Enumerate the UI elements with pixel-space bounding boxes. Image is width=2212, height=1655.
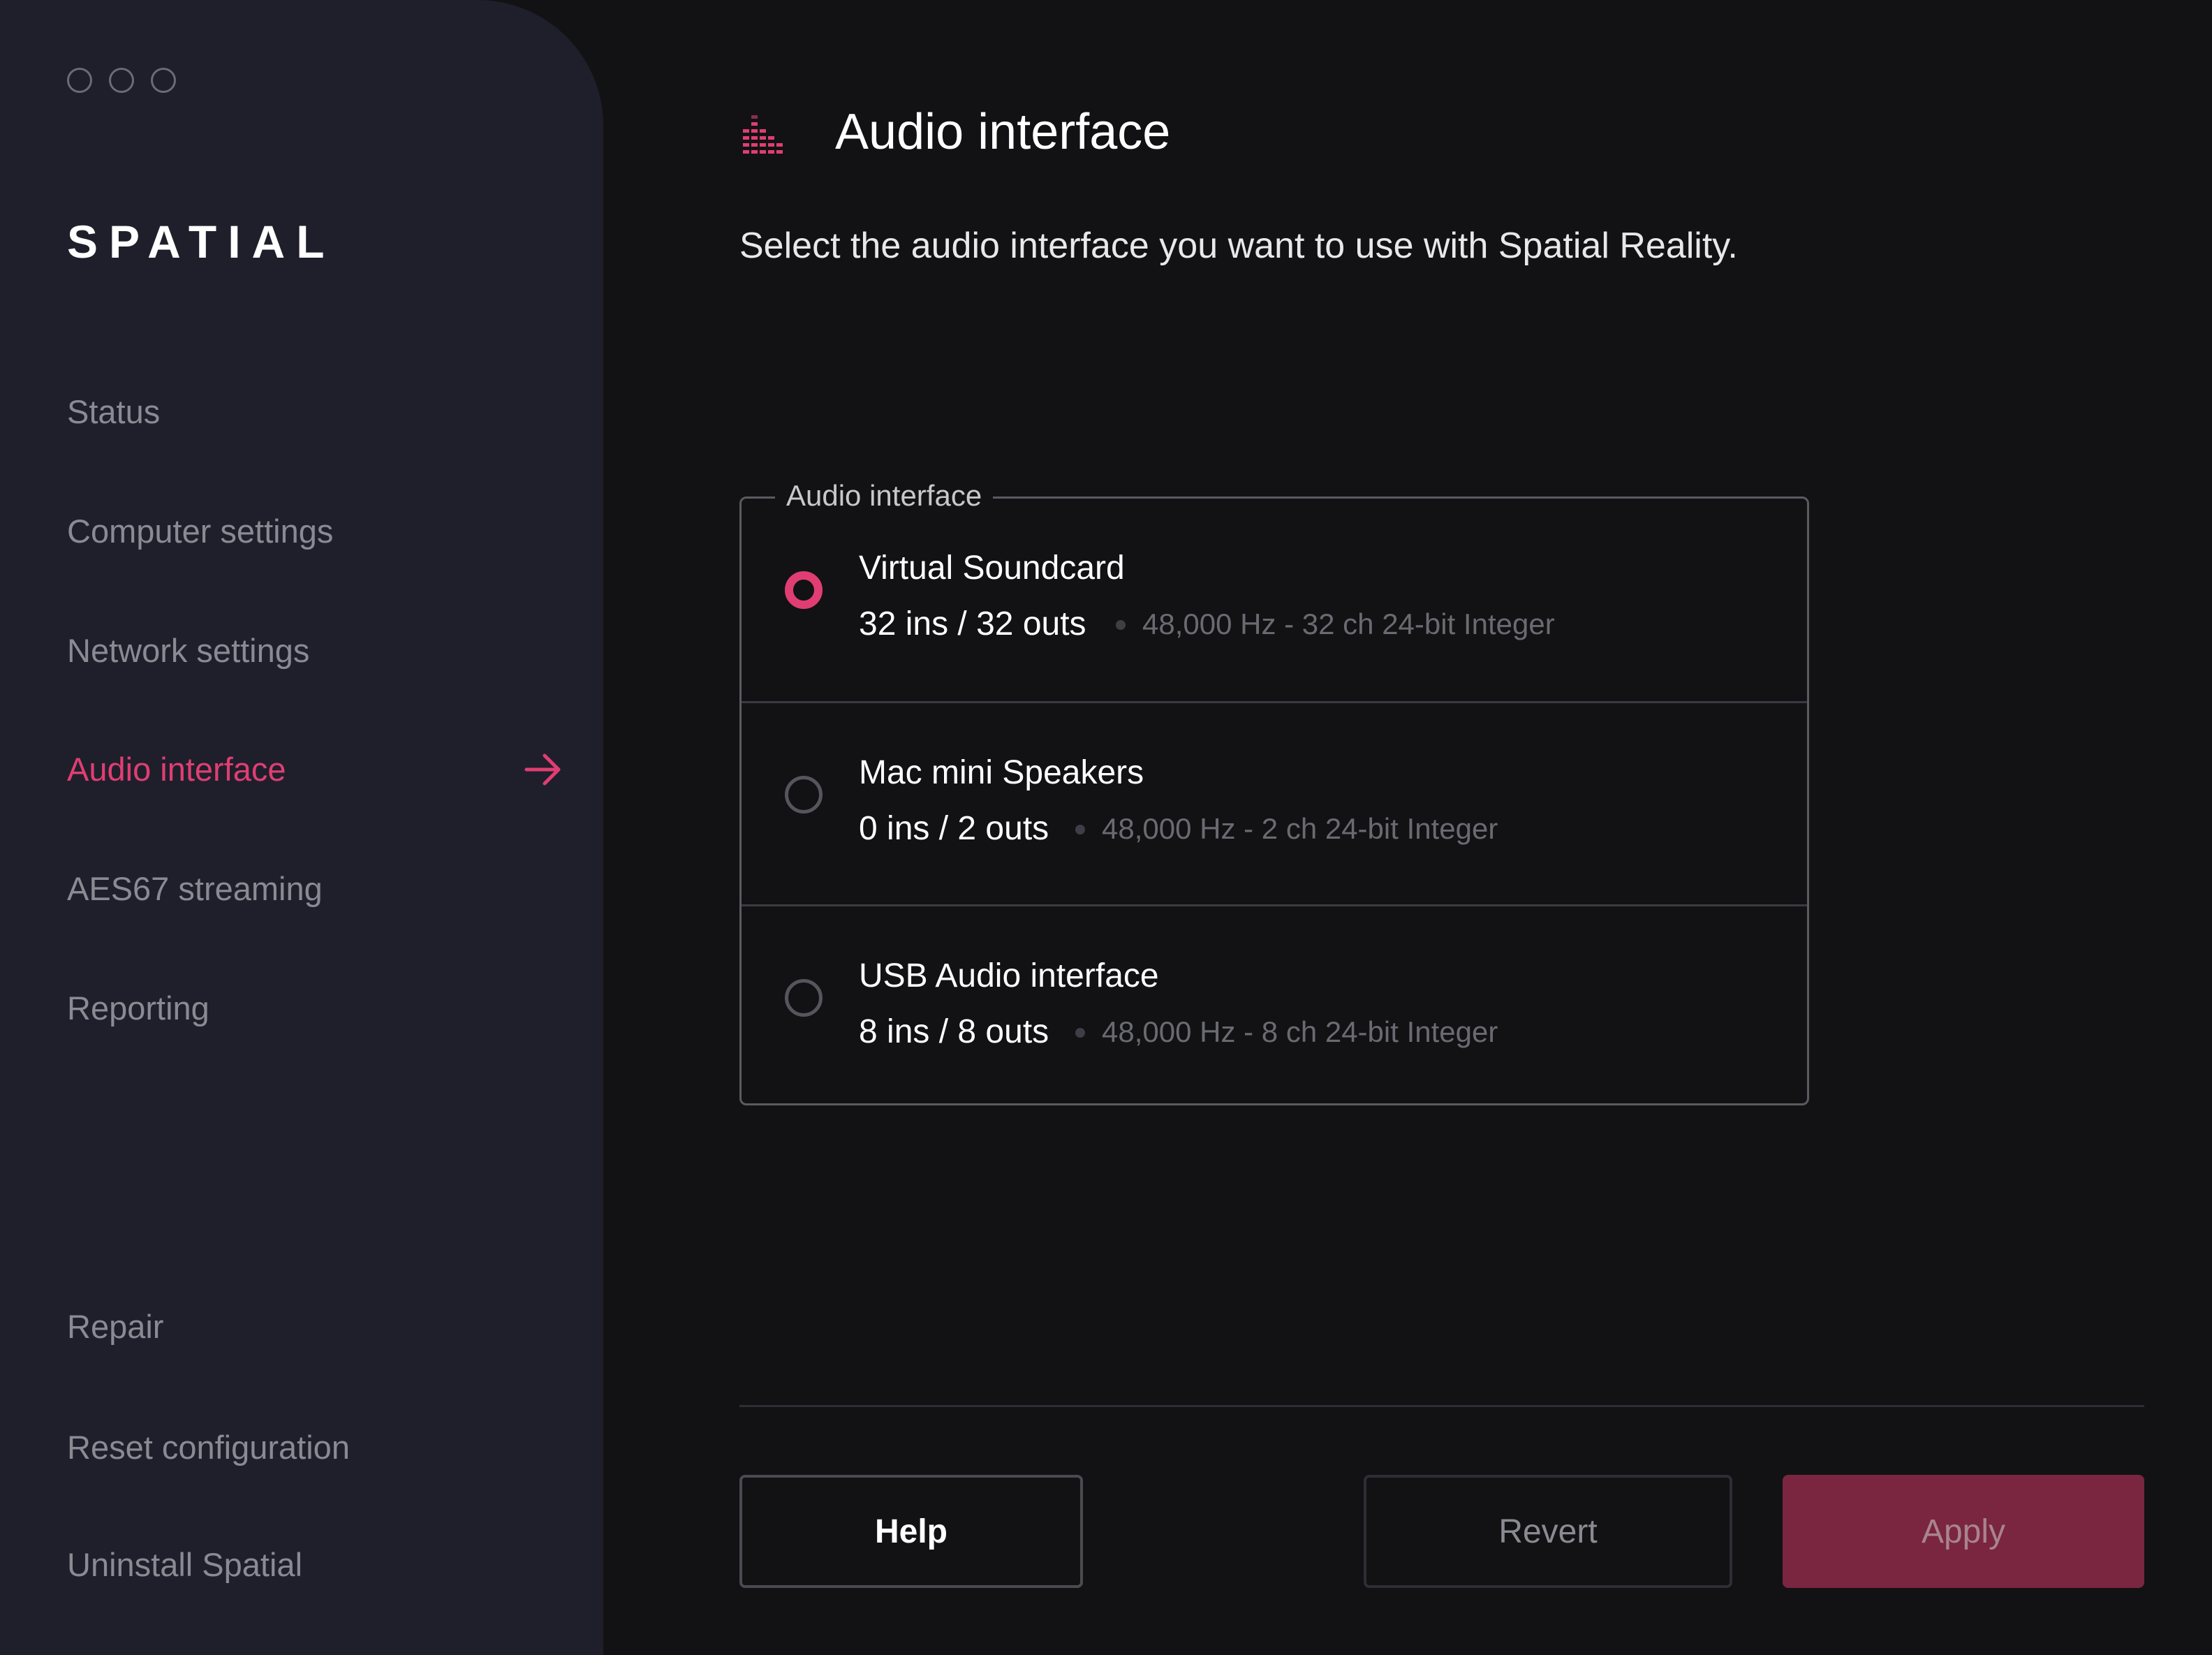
app-logo: SPATIAL	[67, 216, 336, 267]
separator-dot-icon	[1116, 620, 1126, 630]
radio-button[interactable]	[785, 776, 823, 814]
option-name: USB Audio interface	[859, 957, 1159, 994]
option-format: 48,000 Hz - 2 ch 24-bit Integer	[1102, 812, 1498, 845]
option-format: 48,000 Hz - 32 ch 24-bit Integer	[1142, 608, 1555, 640]
group-legend: Audio interface	[775, 479, 994, 513]
sidebar-item-uninstall-spatial[interactable]: Uninstall Spatial	[67, 1545, 302, 1584]
window-controls	[67, 68, 176, 93]
revert-button[interactable]: Revert	[1364, 1475, 1732, 1588]
zoom-window-button[interactable]	[151, 68, 176, 93]
sidebar: SPATIAL Status Computer settings Network…	[0, 0, 603, 1655]
sidebar-item-aes67-streaming[interactable]: AES67 streaming	[67, 869, 323, 908]
audio-option-mac-mini-speakers[interactable]: Mac mini Speakers 0 ins / 2 outs 48,000 …	[742, 701, 1807, 904]
radio-button-selected[interactable]	[785, 571, 823, 609]
separator-dot-icon	[1075, 825, 1085, 834]
option-name: Virtual Soundcard	[859, 550, 1125, 587]
arrow-right-icon	[524, 753, 561, 786]
page-subtitle: Select the audio interface you want to u…	[739, 226, 1738, 266]
option-io: 8 ins / 8 outs	[859, 1013, 1049, 1050]
sidebar-item-audio-interface[interactable]: Audio interface	[67, 750, 286, 788]
sidebar-item-status[interactable]: Status	[67, 392, 160, 431]
sidebar-item-reset-configuration[interactable]: Reset configuration	[67, 1428, 350, 1466]
equalizer-icon	[743, 115, 783, 154]
footer-divider	[739, 1405, 2144, 1407]
minimize-window-button[interactable]	[109, 68, 134, 93]
audio-interface-group: Virtual Soundcard 32 ins / 32 outs 48,00…	[739, 496, 1809, 1105]
radio-button[interactable]	[785, 979, 823, 1017]
sidebar-item-repair[interactable]: Repair	[67, 1307, 163, 1346]
close-window-button[interactable]	[67, 68, 92, 93]
sidebar-item-reporting[interactable]: Reporting	[67, 989, 209, 1027]
sidebar-item-computer-settings[interactable]: Computer settings	[67, 512, 333, 550]
apply-button[interactable]: Apply	[1783, 1475, 2144, 1588]
separator-dot-icon	[1075, 1028, 1085, 1038]
option-io: 0 ins / 2 outs	[859, 810, 1049, 847]
option-name: Mac mini Speakers	[859, 754, 1144, 791]
option-io: 32 ins / 32 outs	[859, 605, 1086, 642]
help-button[interactable]: Help	[739, 1475, 1083, 1588]
option-format: 48,000 Hz - 8 ch 24-bit Integer	[1102, 1015, 1498, 1048]
sidebar-item-network-settings[interactable]: Network settings	[67, 631, 309, 670]
audio-option-virtual-soundcard[interactable]: Virtual Soundcard 32 ins / 32 outs 48,00…	[742, 499, 1807, 701]
audio-option-usb-audio-interface[interactable]: USB Audio interface 8 ins / 8 outs 48,00…	[742, 904, 1807, 1107]
page-title: Audio interface	[835, 104, 1171, 160]
